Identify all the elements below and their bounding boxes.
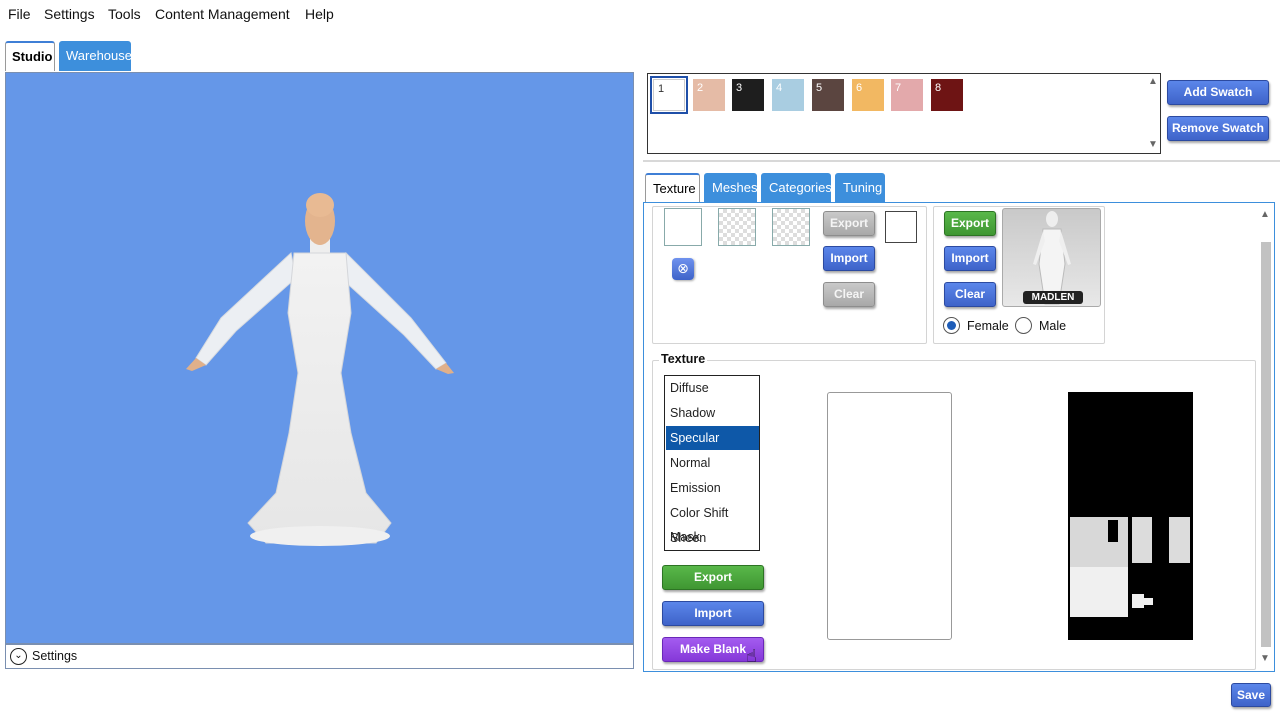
swatch-4[interactable]: 4 xyxy=(772,79,804,111)
thumb-export-button[interactable]: Export xyxy=(823,211,875,236)
female-radio[interactable] xyxy=(943,317,960,334)
menu-file[interactable]: File xyxy=(8,6,31,22)
scroll-up-icon[interactable]: ▲ xyxy=(1148,76,1158,87)
list-item-specular[interactable]: Specular xyxy=(666,426,759,450)
model-export-button[interactable]: Export xyxy=(944,211,996,236)
divider xyxy=(643,160,1280,162)
swatch-3[interactable]: 3 xyxy=(732,79,764,111)
swatch-2[interactable]: 2 xyxy=(693,79,725,111)
add-swatch-button[interactable]: Add Swatch xyxy=(1167,80,1269,105)
tab-studio[interactable]: Studio xyxy=(5,41,55,71)
thumb-clear-button[interactable]: Clear xyxy=(823,282,875,307)
swatch-1[interactable]: 1 xyxy=(650,76,688,114)
model-figure xyxy=(186,193,454,546)
remove-swatch-button[interactable]: Remove Swatch xyxy=(1167,116,1269,141)
menu-settings[interactable]: Settings xyxy=(44,6,95,22)
3d-viewport[interactable] xyxy=(5,72,634,644)
specular-map-icon xyxy=(1070,517,1190,617)
tab-warehouse[interactable]: Warehouse xyxy=(59,41,132,71)
remove-icon[interactable]: ⊗ xyxy=(672,258,694,280)
list-item-color-shift-mask[interactable]: Color Shift Mask xyxy=(666,501,759,544)
texture-import-button[interactable]: Import xyxy=(662,601,764,626)
tab-texture[interactable]: Texture xyxy=(645,173,700,202)
list-item-diffuse[interactable]: Diffuse xyxy=(666,376,759,400)
viewport-settings-bar[interactable]: ⌄ Settings xyxy=(5,644,634,669)
texture-preview-specular[interactable] xyxy=(1068,392,1193,640)
panel-scroll-up-icon[interactable]: ▲ xyxy=(1260,209,1270,220)
texture-group-title: Texture xyxy=(659,352,708,366)
hand-cursor-icon: ☝ xyxy=(746,646,757,666)
swatch-6[interactable]: 6 xyxy=(852,79,884,111)
female-label: Female xyxy=(967,319,1009,333)
male-radio[interactable] xyxy=(1015,317,1032,334)
thumbnail-slot-1[interactable] xyxy=(664,208,702,246)
texture-type-list[interactable]: Diffuse Shadow Specular Normal Emission … xyxy=(664,375,760,551)
menu-content-management[interactable]: Content Management xyxy=(155,6,290,22)
texture-export-button[interactable]: Export xyxy=(662,565,764,590)
chevron-down-icon[interactable]: ⌄ xyxy=(10,648,27,665)
tab-categories[interactable]: Categories xyxy=(761,173,832,202)
thumbnail-slot-3[interactable] xyxy=(772,208,810,246)
male-label: Male xyxy=(1039,319,1067,333)
scroll-down-icon[interactable]: ▼ xyxy=(1148,139,1158,150)
model-clear-button[interactable]: Clear xyxy=(944,282,996,307)
thumb-import-button[interactable]: Import xyxy=(823,246,875,271)
menu-bar: File Settings Tools Content Management H… xyxy=(0,0,1280,28)
swatch-8[interactable]: 8 xyxy=(931,79,963,111)
swatch-7[interactable]: 7 xyxy=(891,79,923,111)
panel-scroll-down-icon[interactable]: ▼ xyxy=(1260,653,1270,664)
list-item-shadow[interactable]: Shadow xyxy=(666,401,759,425)
menu-help[interactable]: Help xyxy=(305,6,334,22)
list-item-sheen[interactable]: Sheen xyxy=(666,526,759,550)
color-preview[interactable] xyxy=(885,211,917,243)
thumbnail-slot-2[interactable] xyxy=(718,208,756,246)
panel-scrollbar-thumb[interactable] xyxy=(1261,242,1271,647)
tab-meshes[interactable]: Meshes xyxy=(704,173,758,202)
texture-preview-blank[interactable] xyxy=(827,392,952,640)
save-button[interactable]: Save xyxy=(1231,683,1271,707)
model-name-badge: MADLEN xyxy=(1023,291,1083,304)
menu-tools[interactable]: Tools xyxy=(108,6,141,22)
list-item-normal[interactable]: Normal xyxy=(666,451,759,475)
settings-label: Settings xyxy=(32,649,78,663)
swatch-list[interactable]: 1 2 3 4 5 6 7 8 ▲ ▼ xyxy=(647,73,1161,154)
swatch-5[interactable]: 5 xyxy=(812,79,844,111)
tab-tuning[interactable]: Tuning xyxy=(835,173,885,202)
model-preview[interactable]: MADLEN xyxy=(1002,208,1101,307)
model-import-button[interactable]: Import xyxy=(944,246,996,271)
list-item-emission[interactable]: Emission xyxy=(666,476,759,500)
